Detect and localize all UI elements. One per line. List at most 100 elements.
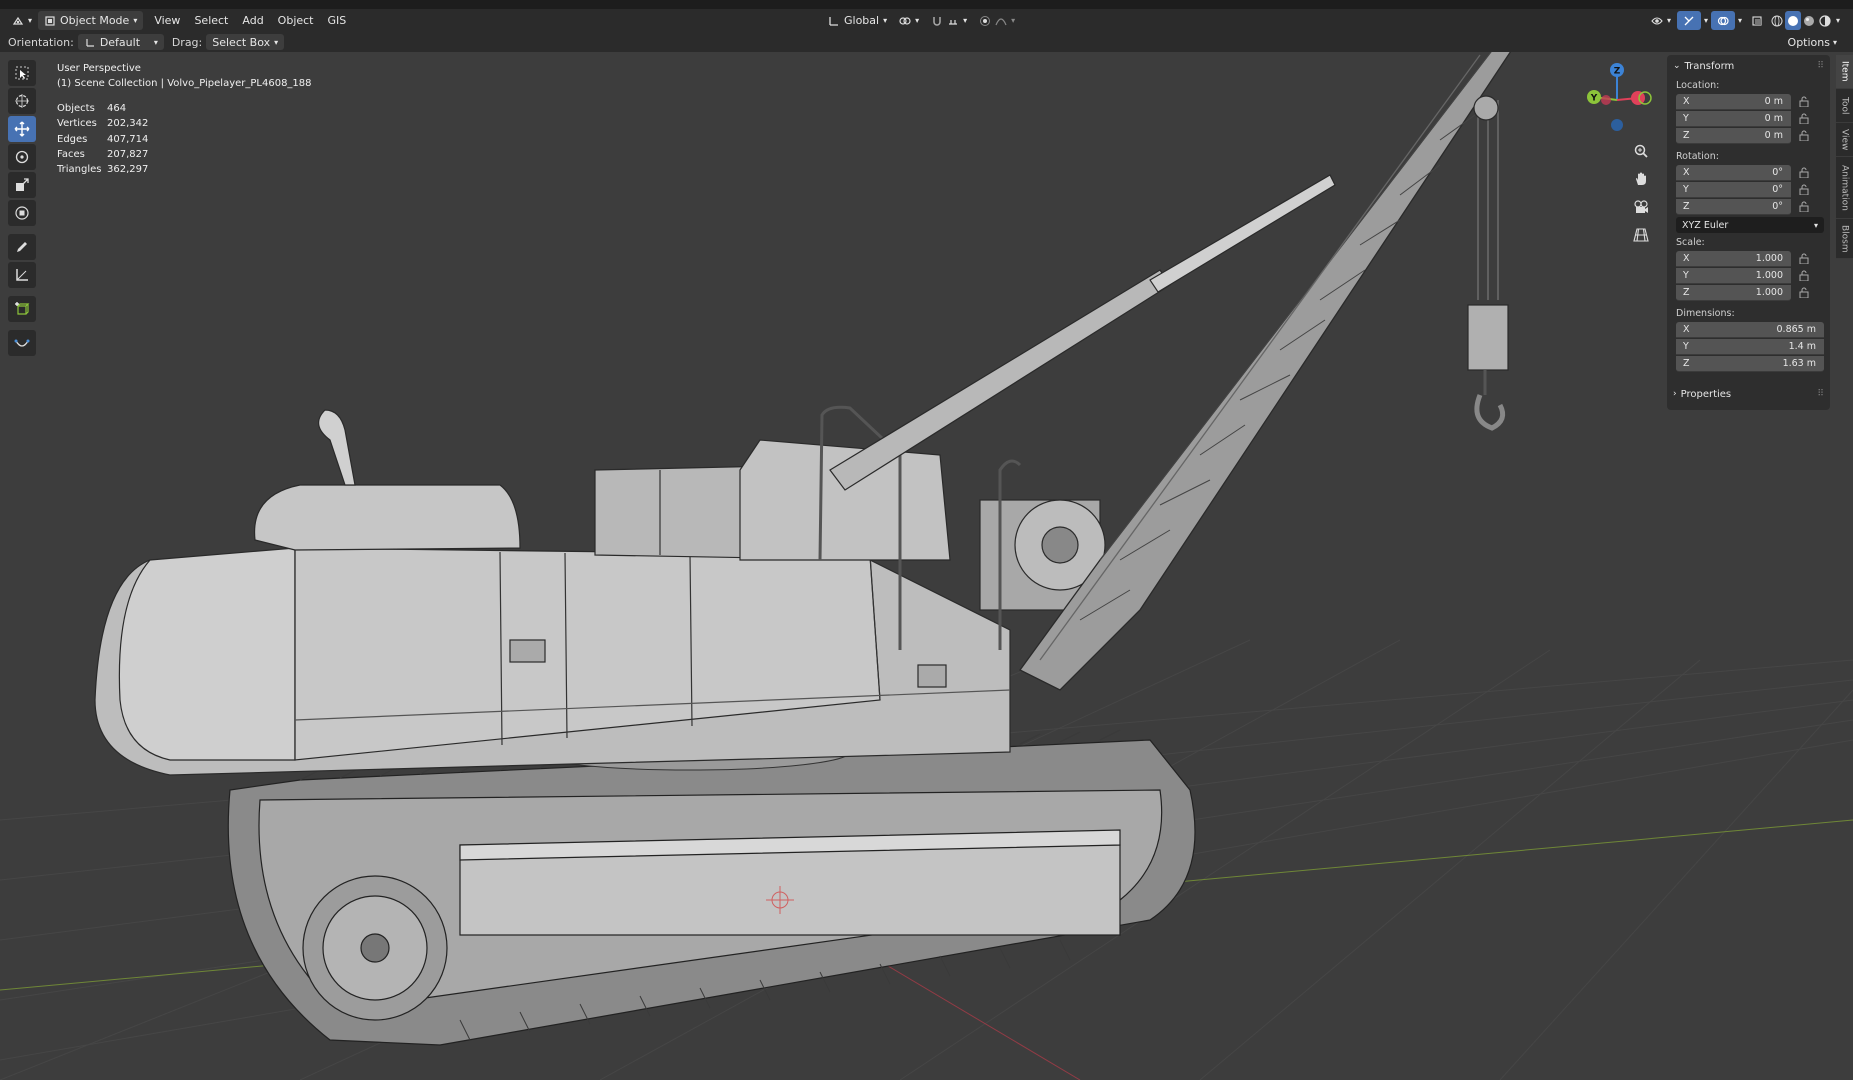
dimensions-z-field[interactable]: Z 1.63 m	[1676, 355, 1824, 372]
mode-selector[interactable]: Object Mode ▾	[38, 11, 144, 30]
visibility-button[interactable]: ▾	[1645, 11, 1677, 30]
shading-material-button[interactable]	[1801, 11, 1817, 30]
pan-button[interactable]	[1630, 168, 1652, 190]
lock-icon[interactable]	[1797, 200, 1811, 214]
dimensions-y-row: Y 1.4 m	[1676, 338, 1830, 355]
stat-value: 207,827	[107, 148, 149, 160]
dimensions-x-row: X 0.865 m	[1676, 321, 1830, 338]
viewport-display-controls: ▾ ▾ ▾ ▾	[1645, 11, 1843, 30]
camera-view-button[interactable]	[1630, 196, 1652, 218]
orientation-value: Default	[99, 35, 141, 49]
tab-blosm[interactable]: Blosm	[1836, 219, 1853, 259]
overlay-dropdown-icon[interactable]: ▾	[1735, 16, 1745, 25]
select-box-tool[interactable]	[8, 60, 36, 86]
shading-wireframe-button[interactable]	[1769, 11, 1785, 30]
stat-value: 464	[107, 103, 127, 114]
tab-item[interactable]: Item	[1836, 55, 1853, 89]
ruler-icon	[16, 269, 28, 281]
menu-add[interactable]: Add	[235, 14, 270, 27]
location-z-field[interactable]: Z 0 m	[1676, 127, 1791, 144]
scale-y-field[interactable]: Y 1.000	[1676, 267, 1791, 284]
wireframe-sphere-icon	[1771, 15, 1783, 26]
rotation-x-field[interactable]: X 0°	[1676, 164, 1791, 181]
measure-tool[interactable]	[8, 262, 36, 288]
gizmo-dropdown-icon[interactable]: ▾	[1701, 16, 1711, 25]
rotation-mode-select[interactable]: XYZ Euler ▾	[1676, 217, 1824, 233]
stat-value: 362,297	[107, 164, 149, 176]
drag-handle-icon[interactable]: ⠿	[1817, 389, 1824, 399]
annotate-tool[interactable]	[8, 234, 36, 260]
lock-icon[interactable]	[1797, 252, 1811, 266]
scale-icon	[16, 178, 29, 191]
sidebar-panel: ⌄ Transform ⠿ Location: X 0 m Y 0 m Z 0 m R…	[1667, 55, 1830, 410]
orientation-label: Orientation:	[8, 35, 74, 49]
overlay-toggle-button[interactable]	[1710, 11, 1735, 30]
drag-dropdown[interactable]: Select Box ▾	[206, 34, 285, 50]
3d-viewport[interactable]	[0, 52, 1853, 1080]
navigation-gizmo[interactable]: Z Y	[1582, 60, 1652, 140]
cursor-tool[interactable]	[8, 88, 36, 114]
menu-gis[interactable]: GIS	[321, 14, 354, 27]
stat-label: Objects	[57, 103, 95, 114]
dimensions-y-field[interactable]: Y 1.4 m	[1676, 338, 1824, 355]
transform-tool[interactable]	[8, 200, 36, 226]
mode-label: Object Mode	[60, 14, 130, 27]
shading-rendered-button[interactable]	[1817, 11, 1833, 30]
y-axis-label: Y	[1590, 94, 1598, 104]
rotation-y-field[interactable]: Y 0°	[1676, 181, 1791, 198]
add-cube-tool[interactable]	[8, 296, 36, 322]
rotation-z-row: Z 0°	[1676, 198, 1830, 215]
curve-tool[interactable]	[8, 330, 36, 356]
location-x-field[interactable]: X 0 m	[1676, 93, 1791, 110]
properties-section-header[interactable]: › Properties ⠿	[1667, 384, 1830, 404]
editor-type-button[interactable]: ▾	[6, 11, 38, 30]
pivot-point-button[interactable]: ▾	[893, 11, 925, 30]
rotate-tool[interactable]	[8, 144, 36, 170]
field-value: 0 m	[1764, 129, 1783, 141]
shading-dropdown-icon[interactable]: ▾	[1833, 16, 1843, 25]
transform-orientation-button[interactable]: Global ▾	[822, 11, 893, 30]
zoom-button[interactable]	[1630, 140, 1652, 162]
hand-icon	[1636, 172, 1646, 185]
transform-section-header[interactable]: ⌄ Transform ⠿	[1667, 56, 1830, 76]
gizmo-toggle-button[interactable]	[1676, 11, 1701, 30]
axes-icon	[86, 39, 94, 47]
lock-icon[interactable]	[1797, 286, 1811, 300]
menu-select[interactable]: Select	[187, 14, 235, 27]
snap-button[interactable]: ▾	[925, 11, 973, 30]
drag-label: Drag:	[171, 35, 203, 49]
drag-handle-icon[interactable]: ⠿	[1817, 61, 1824, 71]
lock-icon[interactable]	[1797, 95, 1811, 109]
lock-icon[interactable]	[1797, 183, 1811, 197]
field-value: 0°	[1772, 200, 1783, 212]
menu-view[interactable]: View	[147, 14, 187, 27]
rotation-z-field[interactable]: Z 0°	[1676, 198, 1791, 215]
viewport-scene	[0, 52, 1853, 1080]
options-button[interactable]: Options ▾	[1779, 34, 1845, 50]
xray-icon	[1752, 15, 1762, 26]
tab-tool[interactable]: Tool	[1836, 89, 1853, 123]
tab-view[interactable]: View	[1836, 123, 1853, 157]
perspective-toggle-button[interactable]	[1630, 224, 1652, 246]
scale-x-field[interactable]: X 1.000	[1676, 250, 1791, 267]
lock-icon[interactable]	[1797, 112, 1811, 126]
field-value: 1.000	[1755, 252, 1783, 264]
proportional-edit-button[interactable]: ▾	[973, 11, 1021, 30]
chevron-down-icon: ▾	[1832, 37, 1837, 47]
properties-title: Properties	[1680, 388, 1732, 400]
editor-type-icon	[12, 16, 24, 25]
orientation-dropdown[interactable]: Default ▾	[77, 34, 164, 50]
tab-animation[interactable]: Animation	[1836, 157, 1853, 219]
move-tool[interactable]	[8, 116, 36, 142]
dimensions-x-field[interactable]: X 0.865 m	[1676, 321, 1824, 338]
shading-solid-button[interactable]	[1784, 11, 1801, 30]
location-y-field[interactable]: Y 0 m	[1676, 110, 1791, 127]
scale-tool[interactable]	[8, 172, 36, 198]
lock-icon[interactable]	[1797, 129, 1811, 143]
xray-toggle-button[interactable]	[1745, 11, 1769, 30]
axis-label: Z	[1683, 200, 1690, 212]
lock-icon[interactable]	[1797, 269, 1811, 283]
menu-object[interactable]: Object	[271, 14, 321, 27]
scale-z-field[interactable]: Z 1.000	[1676, 284, 1791, 301]
lock-icon[interactable]	[1797, 166, 1811, 180]
